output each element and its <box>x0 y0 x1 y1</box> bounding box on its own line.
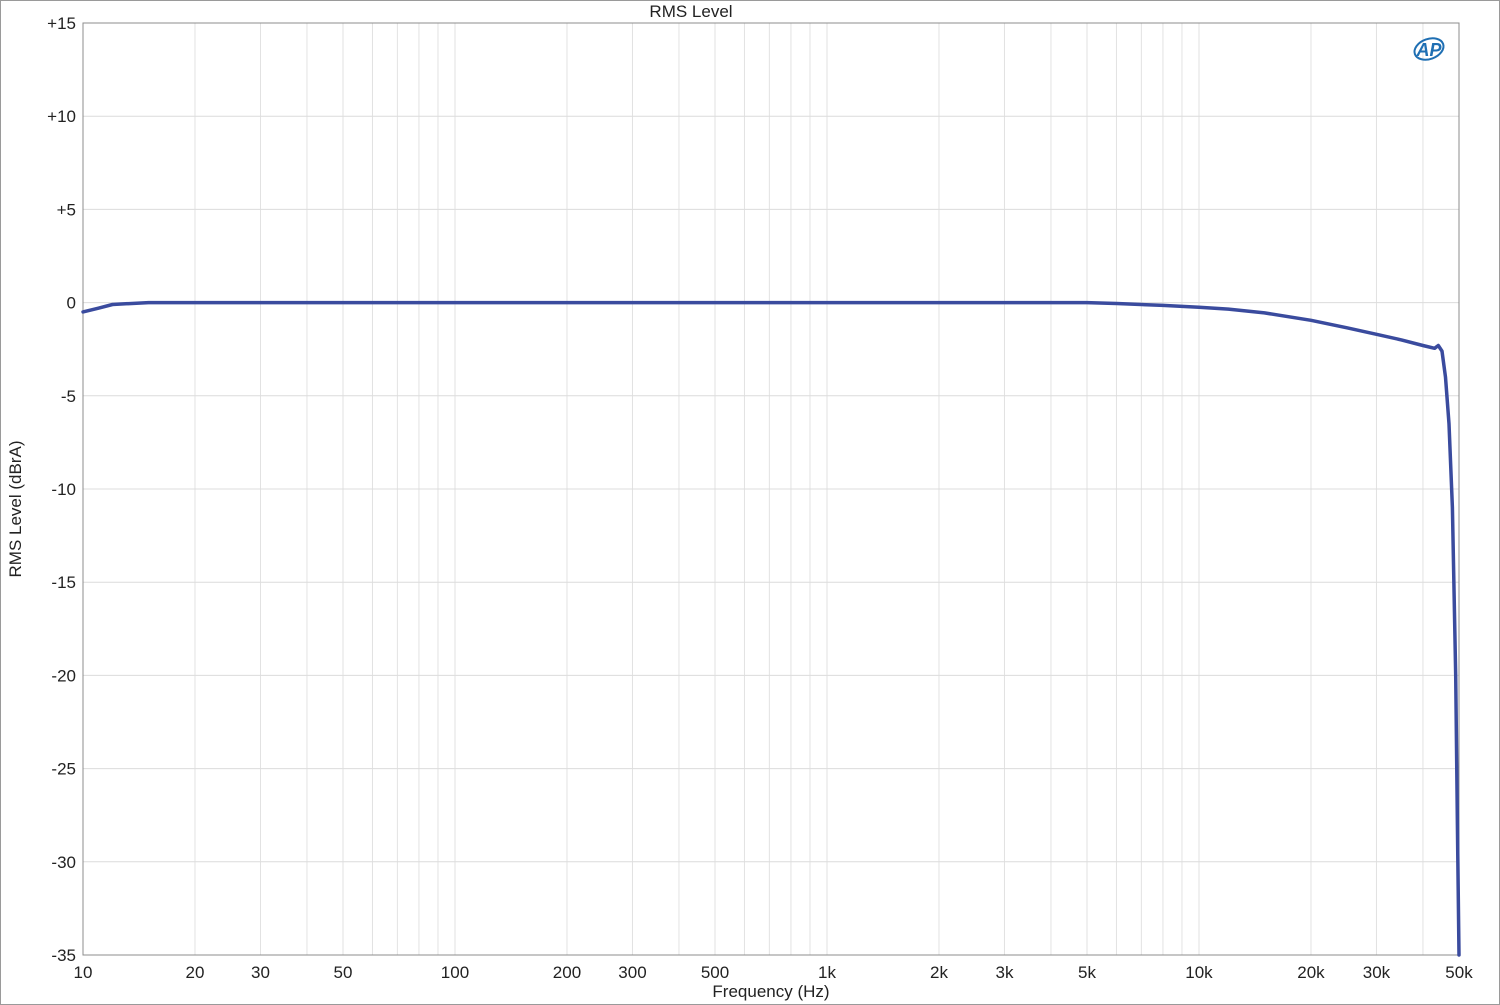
y-tick-label: -35 <box>51 946 76 965</box>
rms-level-chart: 10 20 30 50 100 200 300 500 1k 2k 3k 5k 10k 20k 30k 50k… <box>6 2 1473 1001</box>
x-tick-label: 50k <box>1445 963 1473 982</box>
y-tick-label: -25 <box>51 760 76 779</box>
y-tick-label: +5 <box>57 200 76 219</box>
y-tick-label: -15 <box>51 573 76 592</box>
x-tick-label: 20 <box>186 963 205 982</box>
x-tick-label: 30k <box>1363 963 1391 982</box>
y-tick-label: +10 <box>47 107 76 126</box>
x-tick-label: 300 <box>618 963 646 982</box>
x-tick-label: 20k <box>1297 963 1325 982</box>
y-tick-label: -30 <box>51 853 76 872</box>
x-tick-label: 50 <box>334 963 353 982</box>
x-tick-label: 10k <box>1185 963 1213 982</box>
x-tick-label: 500 <box>701 963 729 982</box>
y-tick-label: -5 <box>61 387 76 406</box>
y-tick-label: +15 <box>47 14 76 33</box>
chart-title: RMS Level <box>649 2 732 21</box>
y-tick-label: 0 <box>67 294 76 313</box>
x-tick-label: 1k <box>818 963 836 982</box>
x-tick-label: 2k <box>930 963 948 982</box>
rms-level-series-line <box>81 300 1461 957</box>
x-tick-label: 5k <box>1078 963 1096 982</box>
series-layer <box>81 300 1461 957</box>
x-axis-title: Frequency (Hz) <box>712 982 829 1001</box>
chart-frame: 10 20 30 50 100 200 300 500 1k 2k 3k 5k 10k 20k 30k 50k… <box>0 0 1500 1005</box>
x-tick-label: 100 <box>441 963 469 982</box>
x-tick-label: 3k <box>995 963 1013 982</box>
grid <box>82 22 1460 956</box>
y-axis-title: RMS Level (dBrA) <box>6 441 25 578</box>
y-tick-label: -10 <box>51 480 76 499</box>
x-tick-label: 30 <box>251 963 270 982</box>
logo-text: AP <box>1415 40 1442 60</box>
x-tick-label: 10 <box>74 963 93 982</box>
ap-logo-icon: AP <box>1413 37 1445 61</box>
x-tick-label: 200 <box>553 963 581 982</box>
tick-labels: 10 20 30 50 100 200 300 500 1k 2k 3k 5k 10k 20k 30k 50k… <box>47 14 1473 982</box>
y-tick-label: -20 <box>51 666 76 685</box>
